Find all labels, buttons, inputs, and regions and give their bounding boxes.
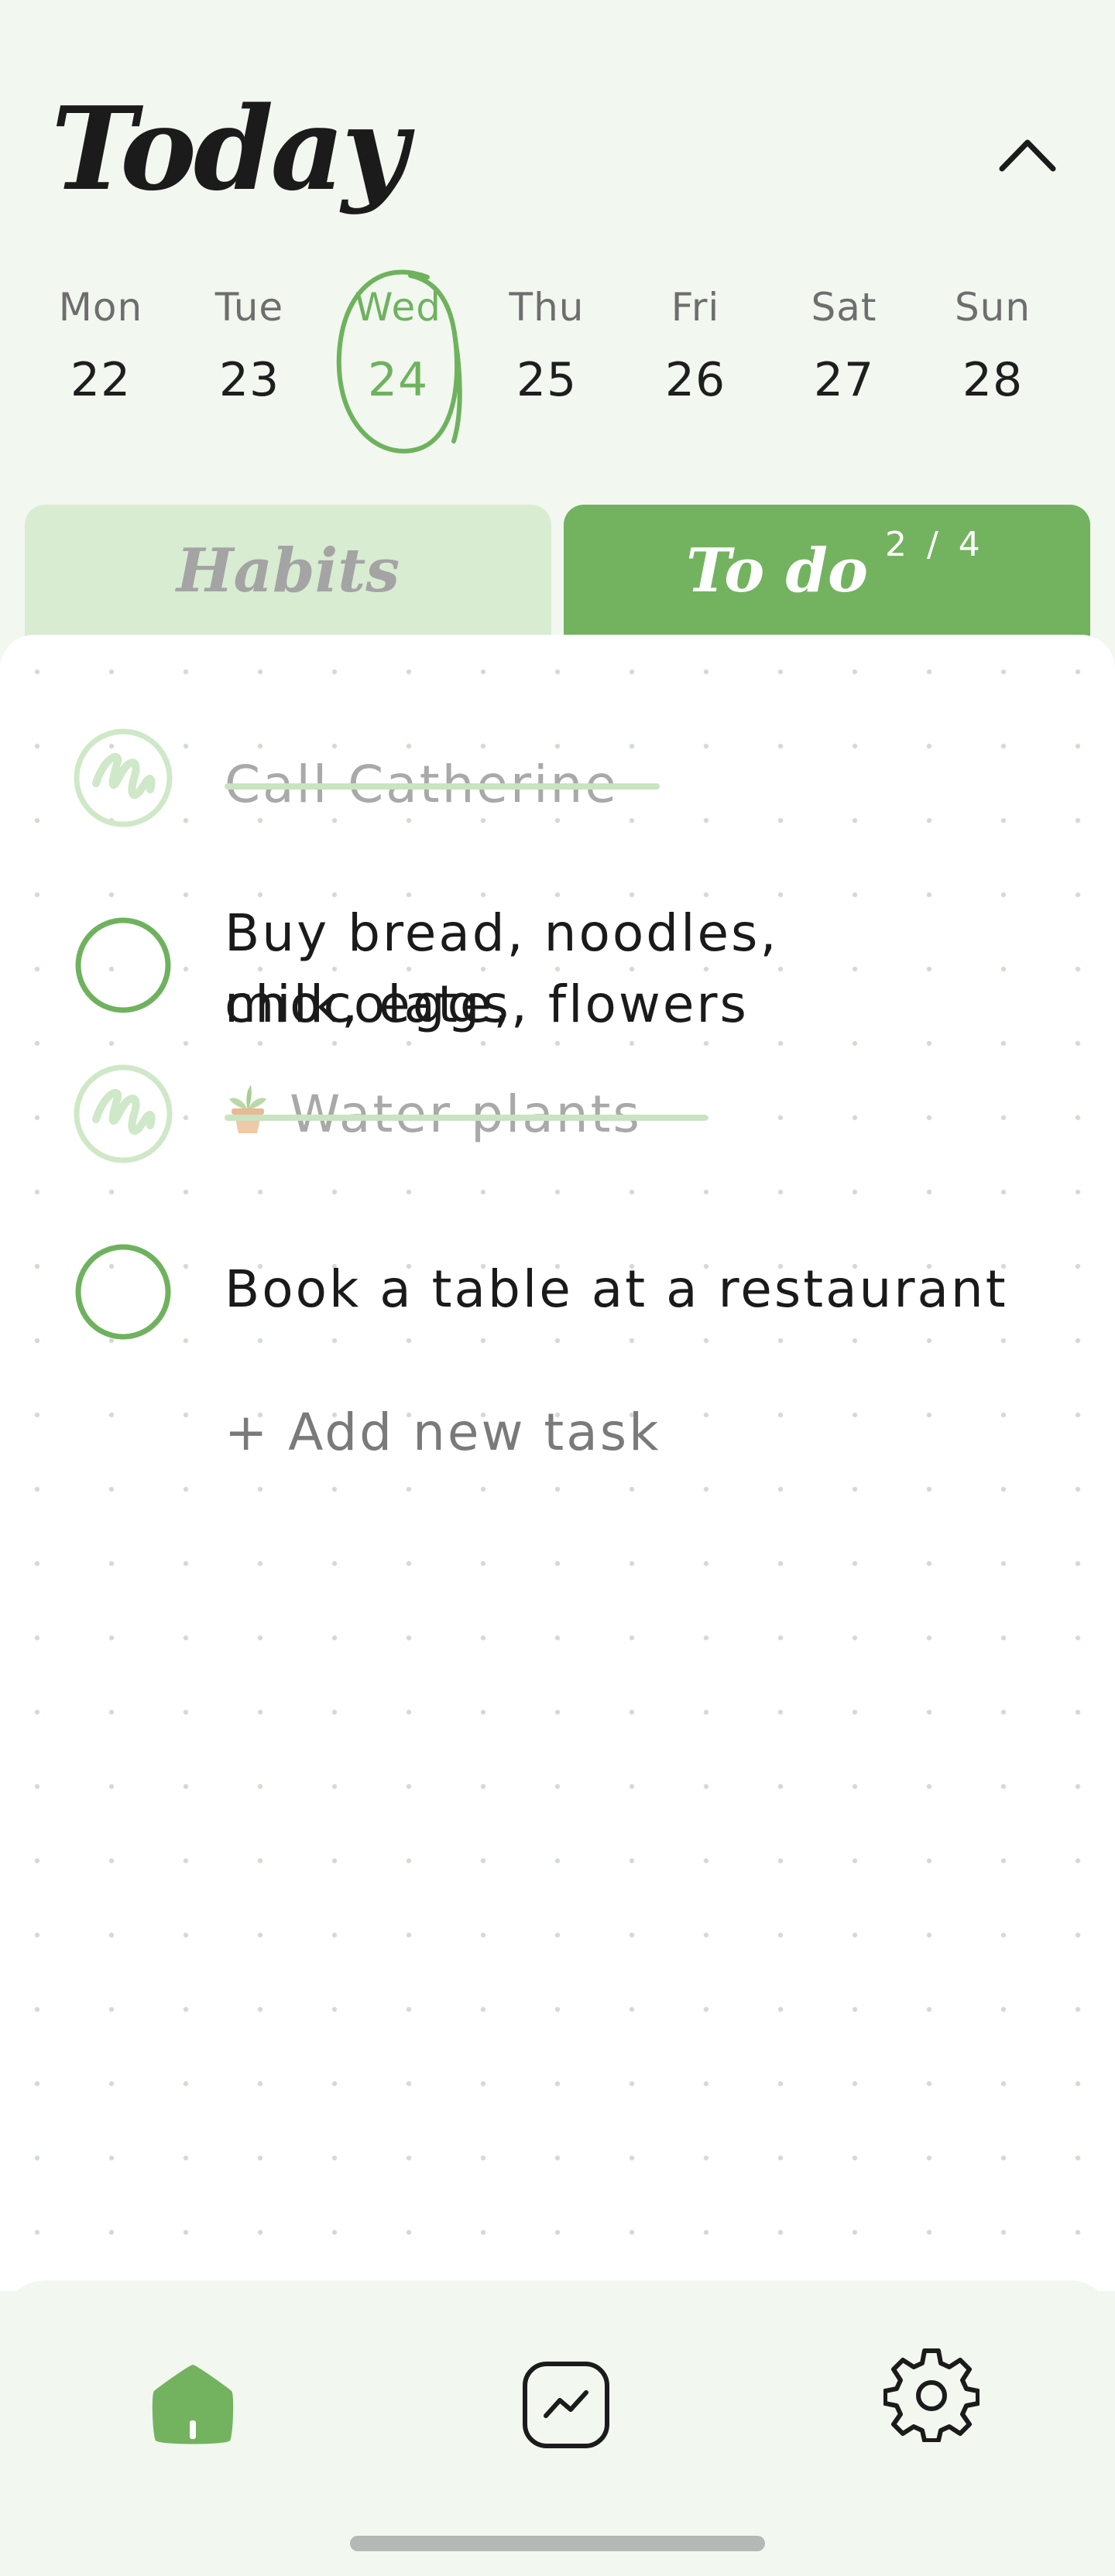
day-number: 28 [962, 353, 1024, 407]
day-sun[interactable]: Sun 28 [931, 279, 1055, 457]
day-name: Thu [509, 285, 585, 330]
week-strip: Mon 22 Tue 23 Wed 24 Thu 25 Fri 26 Sat 2… [39, 269, 1076, 457]
day-number: 24 [367, 353, 429, 407]
tab-habits-label: Habits [176, 535, 400, 606]
stats-icon [523, 2362, 609, 2448]
tab-todo[interactable]: To do 2 / 4 [564, 505, 1090, 636]
home-icon [152, 2365, 234, 2444]
tab-bar: Habits To do 2 / 4 [23, 505, 1092, 636]
nav-settings-button[interactable] [873, 2336, 990, 2452]
day-fri[interactable]: Fri 26 [633, 279, 757, 457]
todo-count-badge: 2 / 4 [885, 524, 985, 564]
day-number: 26 [664, 353, 726, 407]
potted-plant-icon [229, 1085, 266, 1133]
todo-item: Call Catherine [73, 728, 1079, 828]
strikethrough-line [225, 783, 660, 790]
checkbox-checked-icon[interactable] [73, 728, 173, 828]
todo-item: Buy bread, noodles, chocolate, milk, egg… [73, 898, 1079, 1053]
day-thu[interactable]: Thu 25 [485, 279, 609, 457]
checkbox-unchecked-icon[interactable] [73, 915, 173, 1016]
day-name: Tue [214, 285, 284, 330]
bottom-nav [0, 2280, 1115, 2576]
day-number: 27 [813, 353, 875, 407]
nav-home-button[interactable] [135, 2347, 251, 2463]
chevron-up-icon [999, 139, 1056, 172]
day-number: 22 [70, 353, 132, 407]
checkbox-unchecked-icon[interactable] [73, 1242, 173, 1342]
day-number: 23 [218, 353, 280, 407]
home-indicator [350, 2536, 765, 2551]
todo-item: Water plants [73, 1064, 1079, 1164]
strikethrough-line [225, 1115, 708, 1121]
tab-habits[interactable]: Habits [25, 505, 551, 636]
day-name: Fri [671, 285, 720, 330]
nav-stats-button[interactable] [508, 2347, 624, 2463]
add-task-button[interactable]: + Add new task [225, 1403, 660, 1462]
page-title: Today [51, 81, 408, 216]
day-mon[interactable]: Mon 22 [39, 279, 163, 457]
day-tue[interactable]: Tue 23 [187, 279, 311, 457]
collapse-button[interactable] [993, 124, 1062, 186]
header: Today [0, 0, 1115, 279]
day-name: Wed [354, 285, 441, 330]
day-name: Mon [58, 285, 143, 330]
todo-list-card: Call Catherine Buy bread, noodles, choco… [0, 635, 1115, 2291]
todo-text-line2[interactable]: milk, eggs, flowers [225, 969, 749, 1040]
todo-item: Book a table at a restaurant [73, 1231, 1079, 1340]
day-number: 25 [516, 353, 578, 407]
day-sat[interactable]: Sat 27 [782, 279, 906, 457]
day-name: Sat [811, 285, 877, 330]
day-name: Sun [954, 285, 1031, 330]
tab-todo-label: To do [686, 535, 869, 606]
gear-icon [883, 2348, 979, 2442]
todo-text[interactable]: Book a table at a restaurant [225, 1254, 1008, 1325]
checkbox-checked-icon[interactable] [73, 1064, 173, 1164]
day-wed[interactable]: Wed 24 [336, 269, 462, 457]
